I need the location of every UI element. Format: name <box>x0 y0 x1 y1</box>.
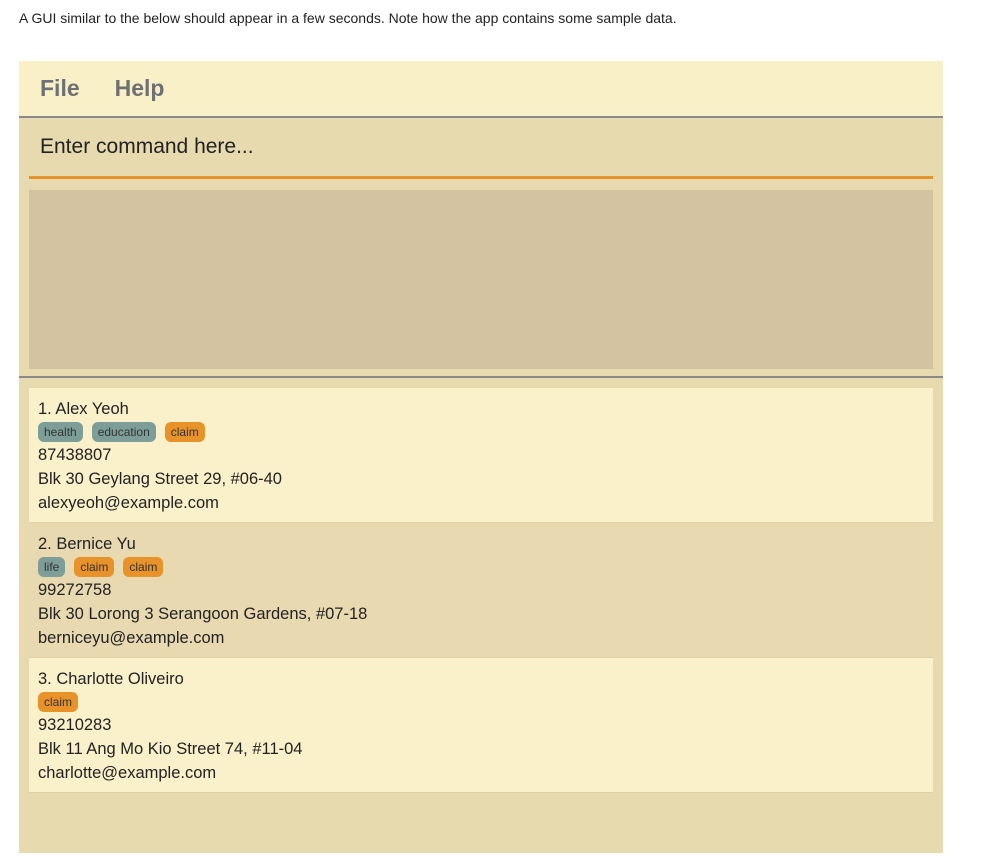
command-box <box>29 118 933 179</box>
person-email: charlotte@example.com <box>38 764 217 782</box>
person-card[interactable]: 3. Charlotte Oliveiro claim 93210283 Blk 11… <box>29 658 933 793</box>
person-phone: 99272758 <box>38 581 112 599</box>
person-address: Blk 30 Lorong 3 Serangoon Gardens, #07-1… <box>38 605 368 623</box>
person-list[interactable]: 1. Alex Yeoh health education claim 87438807… <box>29 388 933 793</box>
person-phone: 93210283 <box>38 716 112 734</box>
menu-file[interactable]: File <box>40 75 80 102</box>
tag-life: life <box>38 557 66 577</box>
tag-claim: claim <box>74 557 115 577</box>
person-card[interactable]: 1. Alex Yeoh health education claim 87438807… <box>29 388 933 523</box>
tag-list: health education claim <box>38 422 924 442</box>
person-address: Blk 11 Ang Mo Kio Street 74, #11-04 <box>38 740 303 758</box>
result-display <box>29 190 933 369</box>
command-input[interactable] <box>29 134 933 160</box>
tag-education: education <box>91 422 156 442</box>
person-name: 3. Charlotte Oliveiro <box>38 670 184 688</box>
person-card[interactable]: 2. Bernice Yu life claim claim 99272758 Blk 3… <box>29 523 933 658</box>
person-address: Blk 30 Geylang Street 29, #06-40 <box>38 470 282 488</box>
menu-bar: File Help <box>19 61 943 118</box>
person-email: berniceyu@example.com <box>38 629 225 647</box>
app-window: File Help 1. Alex Yeoh health education cla… <box>19 61 943 853</box>
tag-claim: claim <box>164 422 205 442</box>
person-email: alexyeoh@example.com <box>38 494 219 512</box>
tag-health: health <box>38 422 83 442</box>
person-name: 2. Bernice Yu <box>38 535 136 553</box>
divider <box>19 376 943 378</box>
tag-claim: claim <box>123 557 164 577</box>
tag-claim: claim <box>38 692 79 712</box>
menu-help[interactable]: Help <box>115 75 165 102</box>
tag-list: claim <box>38 692 924 712</box>
person-phone: 87438807 <box>38 446 112 464</box>
tag-list: life claim claim <box>38 557 924 577</box>
person-name: 1. Alex Yeoh <box>38 400 129 418</box>
caption: A GUI similar to the below should appear… <box>19 10 677 26</box>
